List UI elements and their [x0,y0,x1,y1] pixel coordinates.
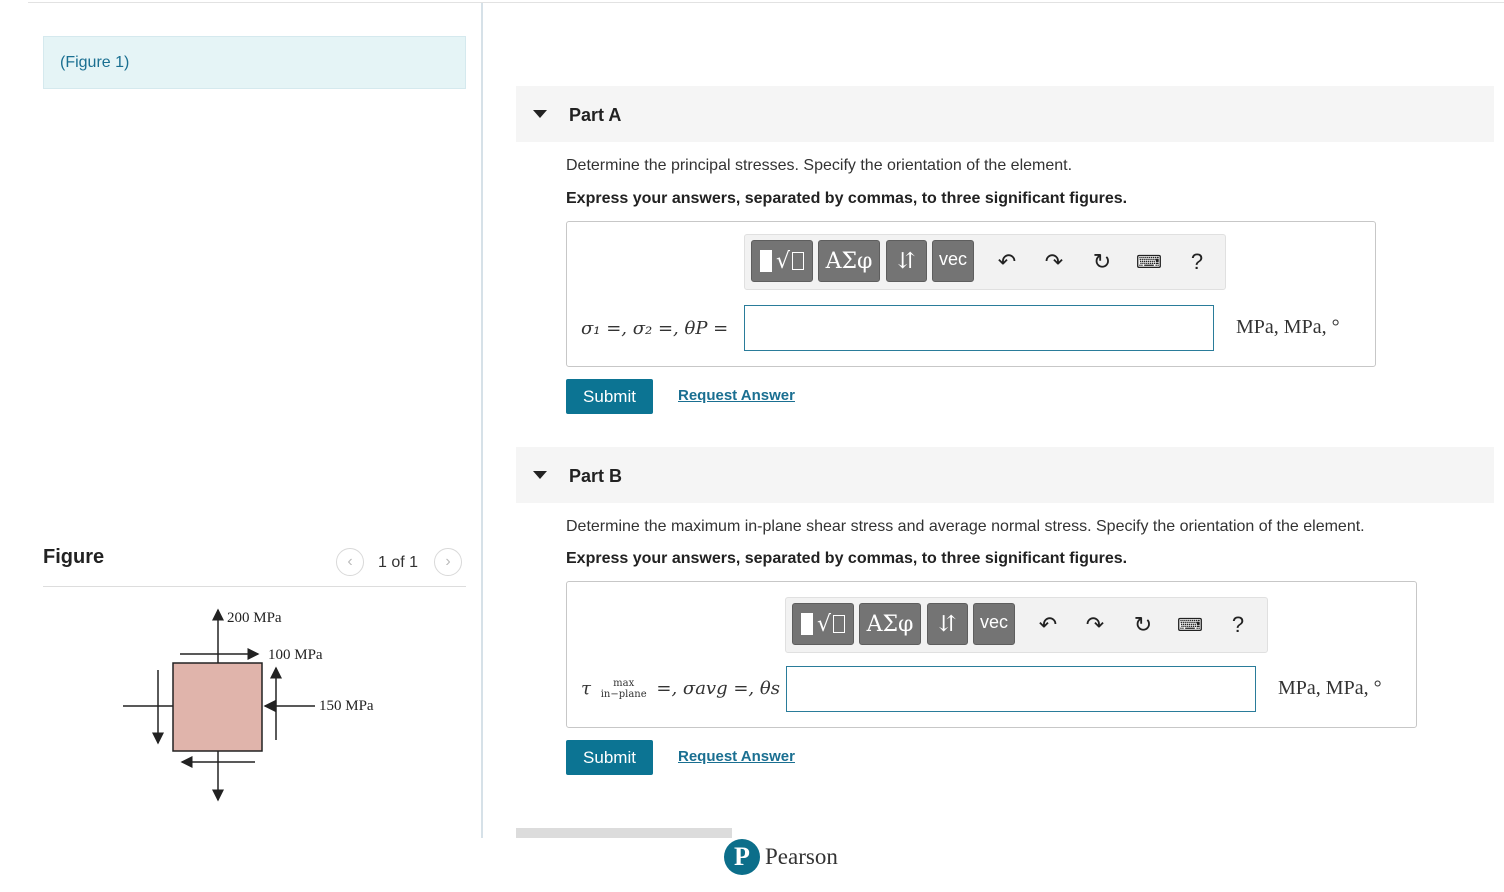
part-b-header[interactable]: Part B [516,447,1494,503]
vector-button[interactable]: vec [973,603,1015,645]
part-a-prompt: Determine the principal stresses. Specif… [566,157,1073,174]
part-b-units: MPa, MPa, ° [1278,677,1382,699]
part-b-title: Part B [569,466,623,486]
part-a-formula-label: σ₁ =, σ₂ =, θP = [581,318,729,339]
part-b-formula-rest: =, σavg =, θs = [656,678,801,699]
tau-subscript: max in−plane [601,678,647,700]
keyboard-icon[interactable]: ⌨ [1173,608,1207,642]
part-a-instruction: Express your answers, separated by comma… [566,190,1128,207]
reset-icon[interactable]: ↻ [1085,245,1119,279]
stress-element-square [172,662,263,752]
greek-symbols-button[interactable]: ΑΣφ [818,240,880,282]
part-b-math-toolbar: √ ΑΣφ ⇵ vec ↶ ↷ ↻ ⌨ ? [785,597,1268,653]
part-b-prompt: Determine the maximum in-plane shear str… [566,518,1365,535]
undo-icon[interactable]: ↶ [1031,608,1065,642]
undo-icon[interactable]: ↶ [990,245,1024,279]
help-icon[interactable]: ? [1221,608,1255,642]
part-a-math-toolbar: √ ΑΣφ ⇵ vec ↶ ↷ ↻ ⌨ ? [744,234,1226,290]
label-150-mpa: 150 MPa [319,698,374,714]
chevron-left-icon: ‹ [347,553,353,570]
redo-icon[interactable]: ↷ [1078,608,1112,642]
figure-title: Figure [43,546,105,568]
figure-link[interactable]: (Figure 1) [60,54,129,72]
figure-link-box: (Figure 1) [43,36,466,89]
tau-sub-in-plane: in−plane [600,689,647,700]
part-b-request-answer-link[interactable]: Request Answer [678,748,795,765]
keyboard-icon[interactable]: ⌨ [1132,245,1166,279]
pearson-name: Pearson [765,844,838,869]
part-b-instruction: Express your answers, separated by comma… [566,550,1128,567]
templates-button[interactable]: √ [792,603,854,645]
part-a-answer-input[interactable] [744,305,1214,351]
figure-rule [43,586,466,587]
next-figure-button[interactable]: › [434,548,462,576]
part-b-answer-box: √ ΑΣφ ⇵ vec ↶ ↷ ↻ ⌨ ? τ max in−plane =, … [566,581,1417,728]
part-b-submit-button[interactable]: Submit [566,740,653,775]
column-divider [481,3,483,838]
top-rule [28,2,1504,3]
stress-element-figure: 200 MPa 100 MPa 150 MPa [123,608,374,802]
label-200-mpa: 200 MPa [227,610,282,626]
part-b-formula-label: τ max in−plane =, σavg =, θs = [581,678,801,700]
prev-figure-button[interactable]: ‹ [336,548,364,576]
help-icon[interactable]: ? [1180,245,1214,279]
pearson-branding: P Pearson [724,839,838,875]
label-100-mpa: 100 MPa [268,647,323,663]
part-a-header[interactable]: Part A [516,86,1494,142]
part-c-header-partial[interactable] [516,828,732,838]
part-a-request-answer-link[interactable]: Request Answer [678,387,795,404]
tau-sub-max: max [613,678,635,689]
templates-button[interactable]: √ [751,240,813,282]
part-a-submit-button[interactable]: Submit [566,379,653,414]
arrows-button[interactable]: ⇵ [927,603,968,645]
arrows-button[interactable]: ⇵ [886,240,927,282]
part-b-answer-input[interactable] [786,666,1256,712]
chevron-right-icon: › [445,553,451,570]
tau-symbol: τ [581,678,591,699]
part-a-title: Part A [569,105,622,125]
part-a-answer-box: √ ΑΣφ ⇵ vec ↶ ↷ ↻ ⌨ ? σ₁ =, σ₂ =, θP = M… [566,221,1376,367]
redo-icon[interactable]: ↷ [1037,245,1071,279]
caret-down-icon [533,110,547,118]
caret-down-icon [533,471,547,479]
greek-symbols-button[interactable]: ΑΣφ [859,603,921,645]
reset-icon[interactable]: ↻ [1126,608,1160,642]
pearson-logo-icon: P [724,839,760,875]
vector-button[interactable]: vec [932,240,974,282]
figure-pager-count: 1 of 1 [378,554,419,571]
part-a-units: MPa, MPa, ° [1236,316,1340,338]
